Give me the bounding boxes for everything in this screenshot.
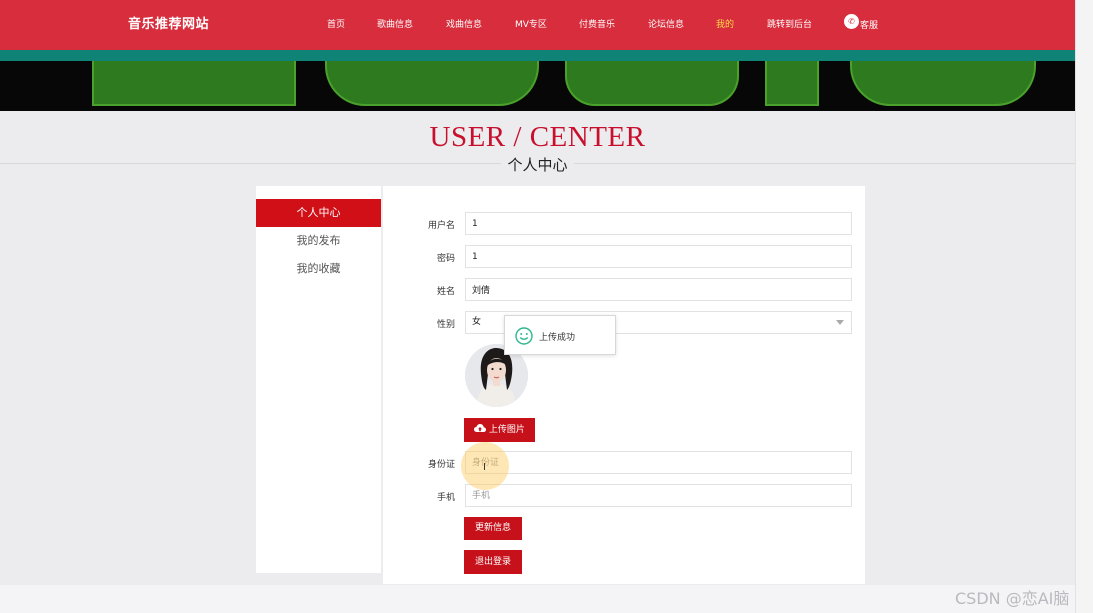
- nav-opera[interactable]: 戏曲信息: [446, 17, 482, 30]
- update-info-button[interactable]: 更新信息: [464, 517, 522, 540]
- upload-success-toast: 上传成功: [504, 315, 616, 355]
- nav-paid-music[interactable]: 付费音乐: [579, 17, 615, 30]
- chevron-down-icon: [836, 320, 844, 325]
- sidebar-item-my-posts[interactable]: 我的发布: [256, 231, 381, 251]
- page-title-cn: 个人中心: [0, 154, 1075, 175]
- banner-letter-shape: [565, 61, 739, 106]
- nav-mine[interactable]: 我的: [716, 17, 734, 30]
- nav-admin[interactable]: 跳转到后台: [767, 17, 812, 30]
- bottom-strip: [0, 585, 1075, 613]
- upload-image-button[interactable]: 上传图片: [464, 418, 535, 442]
- page: 音乐推荐网站 首页 歌曲信息 戏曲信息 MV专区 付费音乐 论坛信息 我的 跳转…: [0, 0, 1075, 585]
- nav-songs[interactable]: 歌曲信息: [377, 17, 413, 30]
- top-navbar: 音乐推荐网站 首页 歌曲信息 戏曲信息 MV专区 付费音乐 论坛信息 我的 跳转…: [0, 0, 1075, 50]
- gender-label: 性别: [436, 320, 455, 330]
- site-brand[interactable]: 音乐推荐网站: [128, 13, 209, 32]
- watermark: CSDN @恋AI脑: [955, 589, 1070, 608]
- name-field[interactable]: [465, 278, 852, 301]
- phone-field[interactable]: [465, 484, 852, 507]
- nav-service[interactable]: 客服: [860, 18, 878, 31]
- id-card-label: 身份证: [427, 460, 455, 470]
- toast-message: 上传成功: [539, 333, 576, 343]
- nav-mv[interactable]: MV专区: [515, 17, 547, 30]
- phone-label: 手机: [436, 493, 455, 503]
- cloud-upload-icon: [474, 424, 487, 432]
- vertical-scrollbar[interactable]: [1075, 0, 1093, 613]
- banner-letter-shape: [92, 61, 296, 106]
- upload-image-label: 上传图片: [488, 425, 525, 435]
- header-accent-bar: [0, 50, 1075, 61]
- banner-letter-shape: [325, 61, 539, 106]
- username-field[interactable]: [465, 212, 852, 235]
- sidebar-item-profile[interactable]: 个人中心: [256, 199, 381, 227]
- name-label: 姓名: [436, 287, 455, 297]
- banner-letter-shape: [850, 61, 1036, 106]
- user-sidebar: 个人中心 我的发布 我的收藏: [256, 186, 381, 573]
- smile-icon: [515, 327, 533, 345]
- page-title-en: USER / CENTER: [429, 121, 646, 153]
- nav-forum[interactable]: 论坛信息: [648, 17, 684, 30]
- sidebar-item-favorites[interactable]: 我的收藏: [256, 259, 381, 279]
- password-label: 密码: [436, 254, 455, 264]
- username-label: 用户名: [427, 221, 455, 231]
- wechat-icon[interactable]: ✆: [844, 14, 859, 29]
- gender-select-value: 女: [472, 317, 482, 327]
- nav-home[interactable]: 首页: [327, 17, 345, 30]
- logout-button[interactable]: 退出登录: [464, 550, 522, 574]
- banner-image: [0, 61, 1075, 111]
- text-cursor-icon: I: [483, 462, 486, 473]
- password-field[interactable]: [465, 245, 852, 268]
- banner-letter-shape: [765, 61, 819, 106]
- id-card-field[interactable]: [465, 451, 852, 474]
- page-title-cn-text: 个人中心: [501, 156, 574, 174]
